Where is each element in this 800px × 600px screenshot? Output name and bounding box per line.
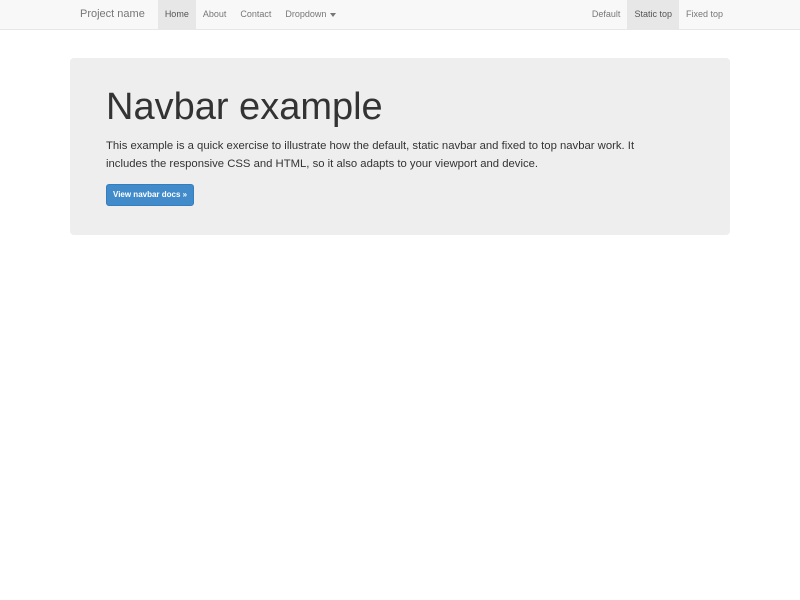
nav-item-about-label: About [203, 0, 227, 29]
nav-item-dropdown-label: Dropdown [285, 0, 326, 29]
nav-item-contact-label: Contact [240, 0, 271, 29]
nav-item-fixed-top-label: Fixed top [686, 0, 723, 29]
navbar-right-nav: Default Static top Fixed top [585, 0, 730, 29]
navbar-container: Project name Home About Contact Dropdown… [70, 0, 730, 29]
page-description: This example is a quick exercise to illu… [106, 137, 694, 173]
page-title: Navbar example [106, 87, 694, 129]
nav-item-default-label: Default [592, 0, 621, 29]
nav-item-about[interactable]: About [196, 0, 234, 29]
caret-down-icon [330, 13, 336, 17]
nav-item-contact[interactable]: Contact [233, 0, 278, 29]
nav-item-default[interactable]: Default [585, 0, 628, 29]
nav-item-static-top[interactable]: Static top [627, 0, 679, 29]
navbar-left-nav: Home About Contact Dropdown [158, 0, 344, 29]
main-container: Navbar example This example is a quick e… [70, 58, 730, 235]
jumbotron: Navbar example This example is a quick e… [70, 58, 730, 235]
navbar: Project name Home About Contact Dropdown… [0, 0, 800, 30]
nav-item-dropdown[interactable]: Dropdown [278, 0, 343, 29]
nav-item-fixed-top[interactable]: Fixed top [679, 0, 730, 29]
nav-item-static-top-label: Static top [634, 0, 672, 29]
nav-item-home[interactable]: Home [158, 0, 196, 29]
brand-link[interactable]: Project name [70, 0, 155, 29]
nav-item-home-label: Home [165, 0, 189, 29]
view-navbar-docs-button[interactable]: View navbar docs » [106, 184, 194, 206]
